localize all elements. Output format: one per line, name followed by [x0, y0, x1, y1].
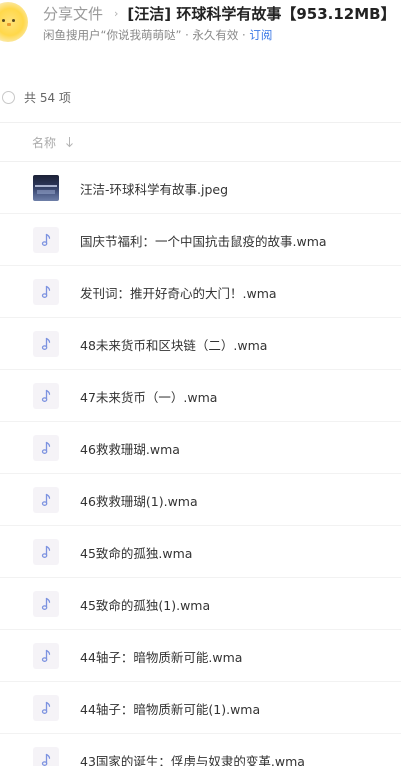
file-name[interactable]: 45致命的孤独.wma — [80, 543, 192, 562]
file-row[interactable]: 国庆节福利：一个中国抗击鼠疫的故事.wma — [0, 214, 401, 266]
audio-file-icon — [33, 747, 59, 766]
file-row[interactable]: 44轴子：暗物质新可能(1).wma — [0, 682, 401, 734]
file-name[interactable]: 44轴子：暗物质新可能(1).wma — [80, 699, 260, 718]
file-name[interactable]: 43国家的诞生：俘虏与奴隶的变革.wma — [80, 751, 305, 766]
page-title: [汪洁] 环球科学有故事【953.12MB】 — [127, 4, 396, 23]
subscribe-link[interactable]: 订阅 — [249, 28, 272, 42]
image-thumbnail — [33, 175, 59, 201]
file-row[interactable]: 48未来货币和区块链（二）.wma — [0, 318, 401, 370]
breadcrumb: 分享文件 › [汪洁] 环球科学有故事【953.12MB】 — [43, 2, 396, 24]
list-header: 名称 — [0, 122, 401, 162]
file-row[interactable]: 46救救珊瑚(1).wma — [0, 474, 401, 526]
file-name[interactable]: 45致命的孤独(1).wma — [80, 595, 210, 614]
item-count: 共 54 项 — [24, 90, 71, 105]
avatar — [0, 2, 28, 42]
file-name[interactable]: 46救救珊瑚.wma — [80, 439, 180, 458]
audio-file-icon — [33, 331, 59, 357]
sharer-text: 闲鱼搜用户“你说我萌萌哒” · 永久有效 · — [43, 28, 246, 42]
file-row[interactable]: 43国家的诞生：俘虏与奴隶的变革.wma — [0, 734, 401, 766]
file-row[interactable]: 发刊词：推开好奇心的大门！.wma — [0, 266, 401, 318]
audio-file-icon — [33, 643, 59, 669]
file-row[interactable]: 45致命的孤独(1).wma — [0, 578, 401, 630]
file-row[interactable]: 汪洁-环球科学有故事.jpeg — [0, 162, 401, 214]
column-name-header[interactable]: 名称 — [32, 134, 56, 151]
file-list: 汪洁-环球科学有故事.jpeg 国庆节福利：一个中国抗击鼠疫的故事.wma 发刊词：… — [0, 162, 401, 766]
audio-file-icon — [33, 695, 59, 721]
sort-arrow-down-icon[interactable] — [65, 136, 74, 148]
audio-file-icon — [33, 435, 59, 461]
audio-file-icon — [33, 591, 59, 617]
file-row[interactable]: 45致命的孤独.wma — [0, 526, 401, 578]
file-name[interactable]: 国庆节福利：一个中国抗击鼠疫的故事.wma — [80, 231, 327, 250]
file-name[interactable]: 46救救珊瑚(1).wma — [80, 491, 198, 510]
file-name[interactable]: 48未来货币和区块链（二）.wma — [80, 335, 267, 354]
file-name[interactable]: 44轴子：暗物质新可能.wma — [80, 647, 242, 666]
file-row[interactable]: 46救救珊瑚.wma — [0, 422, 401, 474]
share-header: 分享文件 › [汪洁] 环球科学有故事【953.12MB】 闲鱼搜用户“你说我萌… — [0, 0, 401, 56]
share-info: 闲鱼搜用户“你说我萌萌哒” · 永久有效 · 订阅 — [43, 27, 272, 43]
breadcrumb-root-link[interactable]: 分享文件 — [43, 3, 103, 24]
audio-file-icon — [33, 227, 59, 253]
select-all-checkbox[interactable] — [2, 90, 15, 104]
audio-file-icon — [33, 539, 59, 565]
file-row[interactable]: 44轴子：暗物质新可能.wma — [0, 630, 401, 682]
audio-file-icon — [33, 487, 59, 513]
audio-file-icon — [33, 383, 59, 409]
audio-file-icon — [33, 279, 59, 305]
file-name[interactable]: 发刊词：推开好奇心的大门！.wma — [80, 283, 277, 302]
chevron-right-icon: › — [114, 6, 119, 20]
file-row[interactable]: 47未来货币（一）.wma — [0, 370, 401, 422]
file-name[interactable]: 汪洁-环球科学有故事.jpeg — [80, 179, 228, 198]
file-name[interactable]: 47未来货币（一）.wma — [80, 387, 217, 406]
share-page: 分享文件 › [汪洁] 环球科学有故事【953.12MB】 闲鱼搜用户“你说我萌… — [0, 0, 401, 766]
select-all-row: 共 54 项 — [0, 87, 71, 107]
